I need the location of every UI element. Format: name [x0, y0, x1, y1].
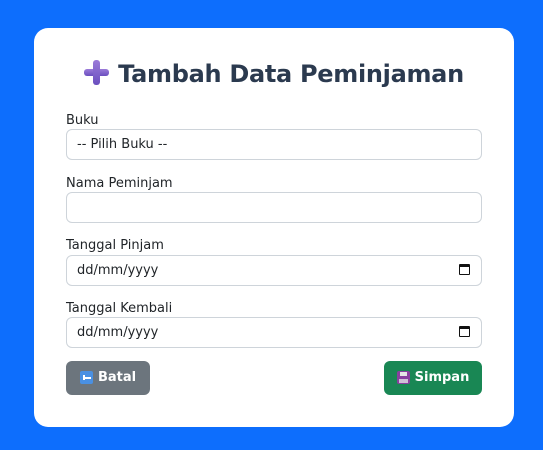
calendar-icon[interactable]	[459, 326, 470, 337]
tanggal-kembali-value: dd/mm/yyyy	[77, 325, 159, 340]
calendar-icon[interactable]	[459, 264, 470, 275]
simpan-button[interactable]: Simpan	[384, 361, 482, 395]
nama-peminjam-label: Nama Peminjam	[66, 176, 173, 191]
buku-label: Buku	[66, 113, 99, 128]
tanggal-pinjam-input[interactable]: dd/mm/yyyy	[66, 255, 482, 286]
form-card: Tambah Data Peminjaman Buku -- Pilih Buk…	[34, 28, 514, 427]
title-text: Tambah Data Peminjaman	[118, 60, 464, 88]
floppy-disk-icon	[396, 371, 410, 384]
batal-button[interactable]: Batal	[66, 361, 150, 395]
tanggal-pinjam-label: Tanggal Pinjam	[66, 238, 164, 253]
simpan-button-label: Simpan	[414, 370, 470, 385]
back-arrow-icon	[79, 371, 93, 384]
page-title: Tambah Data Peminjaman	[34, 60, 514, 88]
tanggal-kembali-input[interactable]: dd/mm/yyyy	[66, 317, 482, 348]
buku-select-value: -- Pilih Buku --	[77, 137, 168, 152]
tanggal-pinjam-value: dd/mm/yyyy	[77, 263, 159, 278]
buku-select[interactable]: -- Pilih Buku --	[66, 129, 482, 160]
batal-button-label: Batal	[97, 370, 137, 385]
plus-icon	[84, 60, 110, 85]
nama-peminjam-input[interactable]	[66, 192, 482, 223]
tanggal-kembali-label: Tanggal Kembali	[66, 301, 173, 316]
